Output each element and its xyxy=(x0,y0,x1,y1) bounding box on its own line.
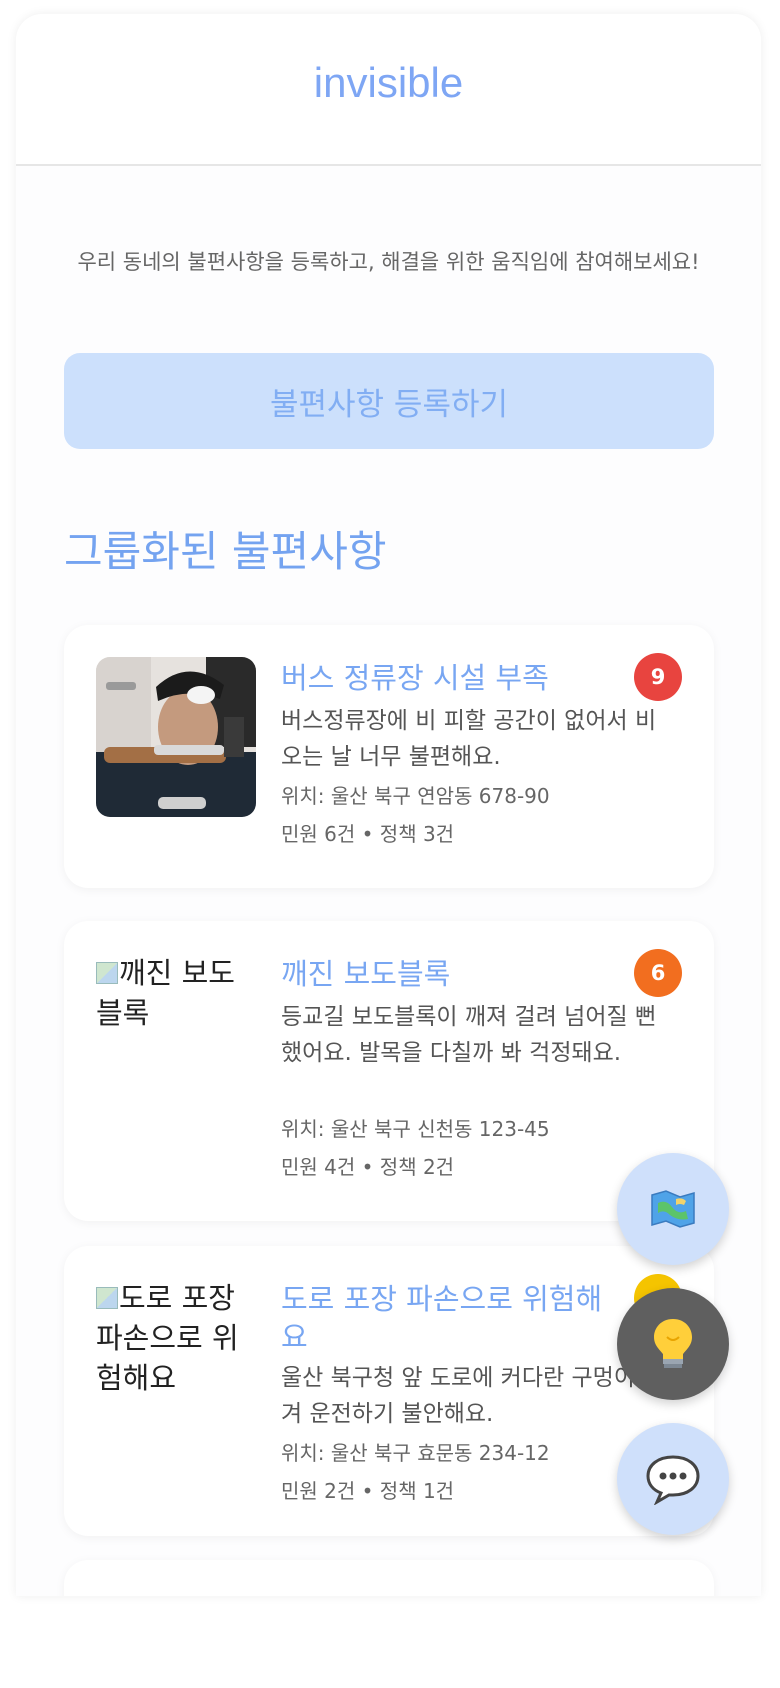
chat-button[interactable] xyxy=(617,1423,729,1535)
broken-image-icon xyxy=(96,1287,118,1309)
card-photo xyxy=(96,657,256,817)
count-badge: 9 xyxy=(634,653,682,701)
broken-image-icon xyxy=(96,962,118,984)
map-button[interactable] xyxy=(617,1153,729,1265)
card-location: 위치: 울산 북구 연암동 678-90 xyxy=(281,784,550,808)
card-title[interactable]: 깨진 보도블록 xyxy=(281,955,450,993)
broken-image: 깨진 보도블록 xyxy=(96,953,246,1033)
complaint-card[interactable]: 깨진 보도블록 깨진 보도블록 6 등교길 보도블록이 깨져 걸려 넘어질 뻔 … xyxy=(64,921,714,1221)
map-icon xyxy=(651,1190,695,1228)
section-title: 그룹화된 불편사항 xyxy=(64,527,387,576)
card-stats: 민원 2건 • 정책 1건 xyxy=(281,1479,455,1503)
card-stats: 민원 6건 • 정책 3건 xyxy=(281,822,455,846)
complaint-card[interactable]: 도로 포장 파손으로 위험해요 도로 포장 파손으로 위험해요 울산 북구청 앞… xyxy=(64,1246,714,1536)
idea-button[interactable] xyxy=(617,1288,729,1400)
card-location: 위치: 울산 북구 효문동 234-12 xyxy=(281,1441,550,1465)
broken-image: 도로 포장 파손으로 위험해요 xyxy=(96,1278,246,1398)
intro-text: 우리 동네의 불편사항을 등록하고, 해결을 위한 움직임에 참여해보세요! xyxy=(77,250,700,274)
count-badge: 6 xyxy=(634,949,682,997)
chat-bubble-icon xyxy=(646,1455,700,1505)
lightbulb-icon xyxy=(654,1319,692,1368)
complaint-card[interactable] xyxy=(64,1560,714,1596)
complaint-card[interactable]: 버스 정류장 시설 부족 9 버스정류장에 비 피할 공간이 없어서 비 오는 … xyxy=(64,625,714,888)
card-stats: 민원 4건 • 정책 2건 xyxy=(281,1155,455,1179)
register-complaint-button[interactable]: 불편사항 등록하기 xyxy=(64,353,714,449)
brand-title[interactable]: invisible xyxy=(314,59,463,107)
card-description: 버스정류장에 비 피할 공간이 없어서 비 오는 날 너무 불편해요. xyxy=(281,708,657,770)
card-description: 울산 북구청 앞 도로에 커다란 구멍이 생겨 운전하기 불안해요. xyxy=(281,1365,664,1427)
card-title[interactable]: 버스 정류장 시설 부족 xyxy=(281,659,549,697)
card-location: 위치: 울산 북구 신천동 123-45 xyxy=(281,1117,550,1141)
card-description: 등교길 보도블록이 깨져 걸려 넘어질 뻔 했어요. 발목을 다칠까 봐 걱정돼… xyxy=(281,1004,657,1066)
card-title[interactable]: 도로 포장 파손으로 위험해요 xyxy=(281,1280,626,1356)
app-header: invisible xyxy=(16,14,761,166)
